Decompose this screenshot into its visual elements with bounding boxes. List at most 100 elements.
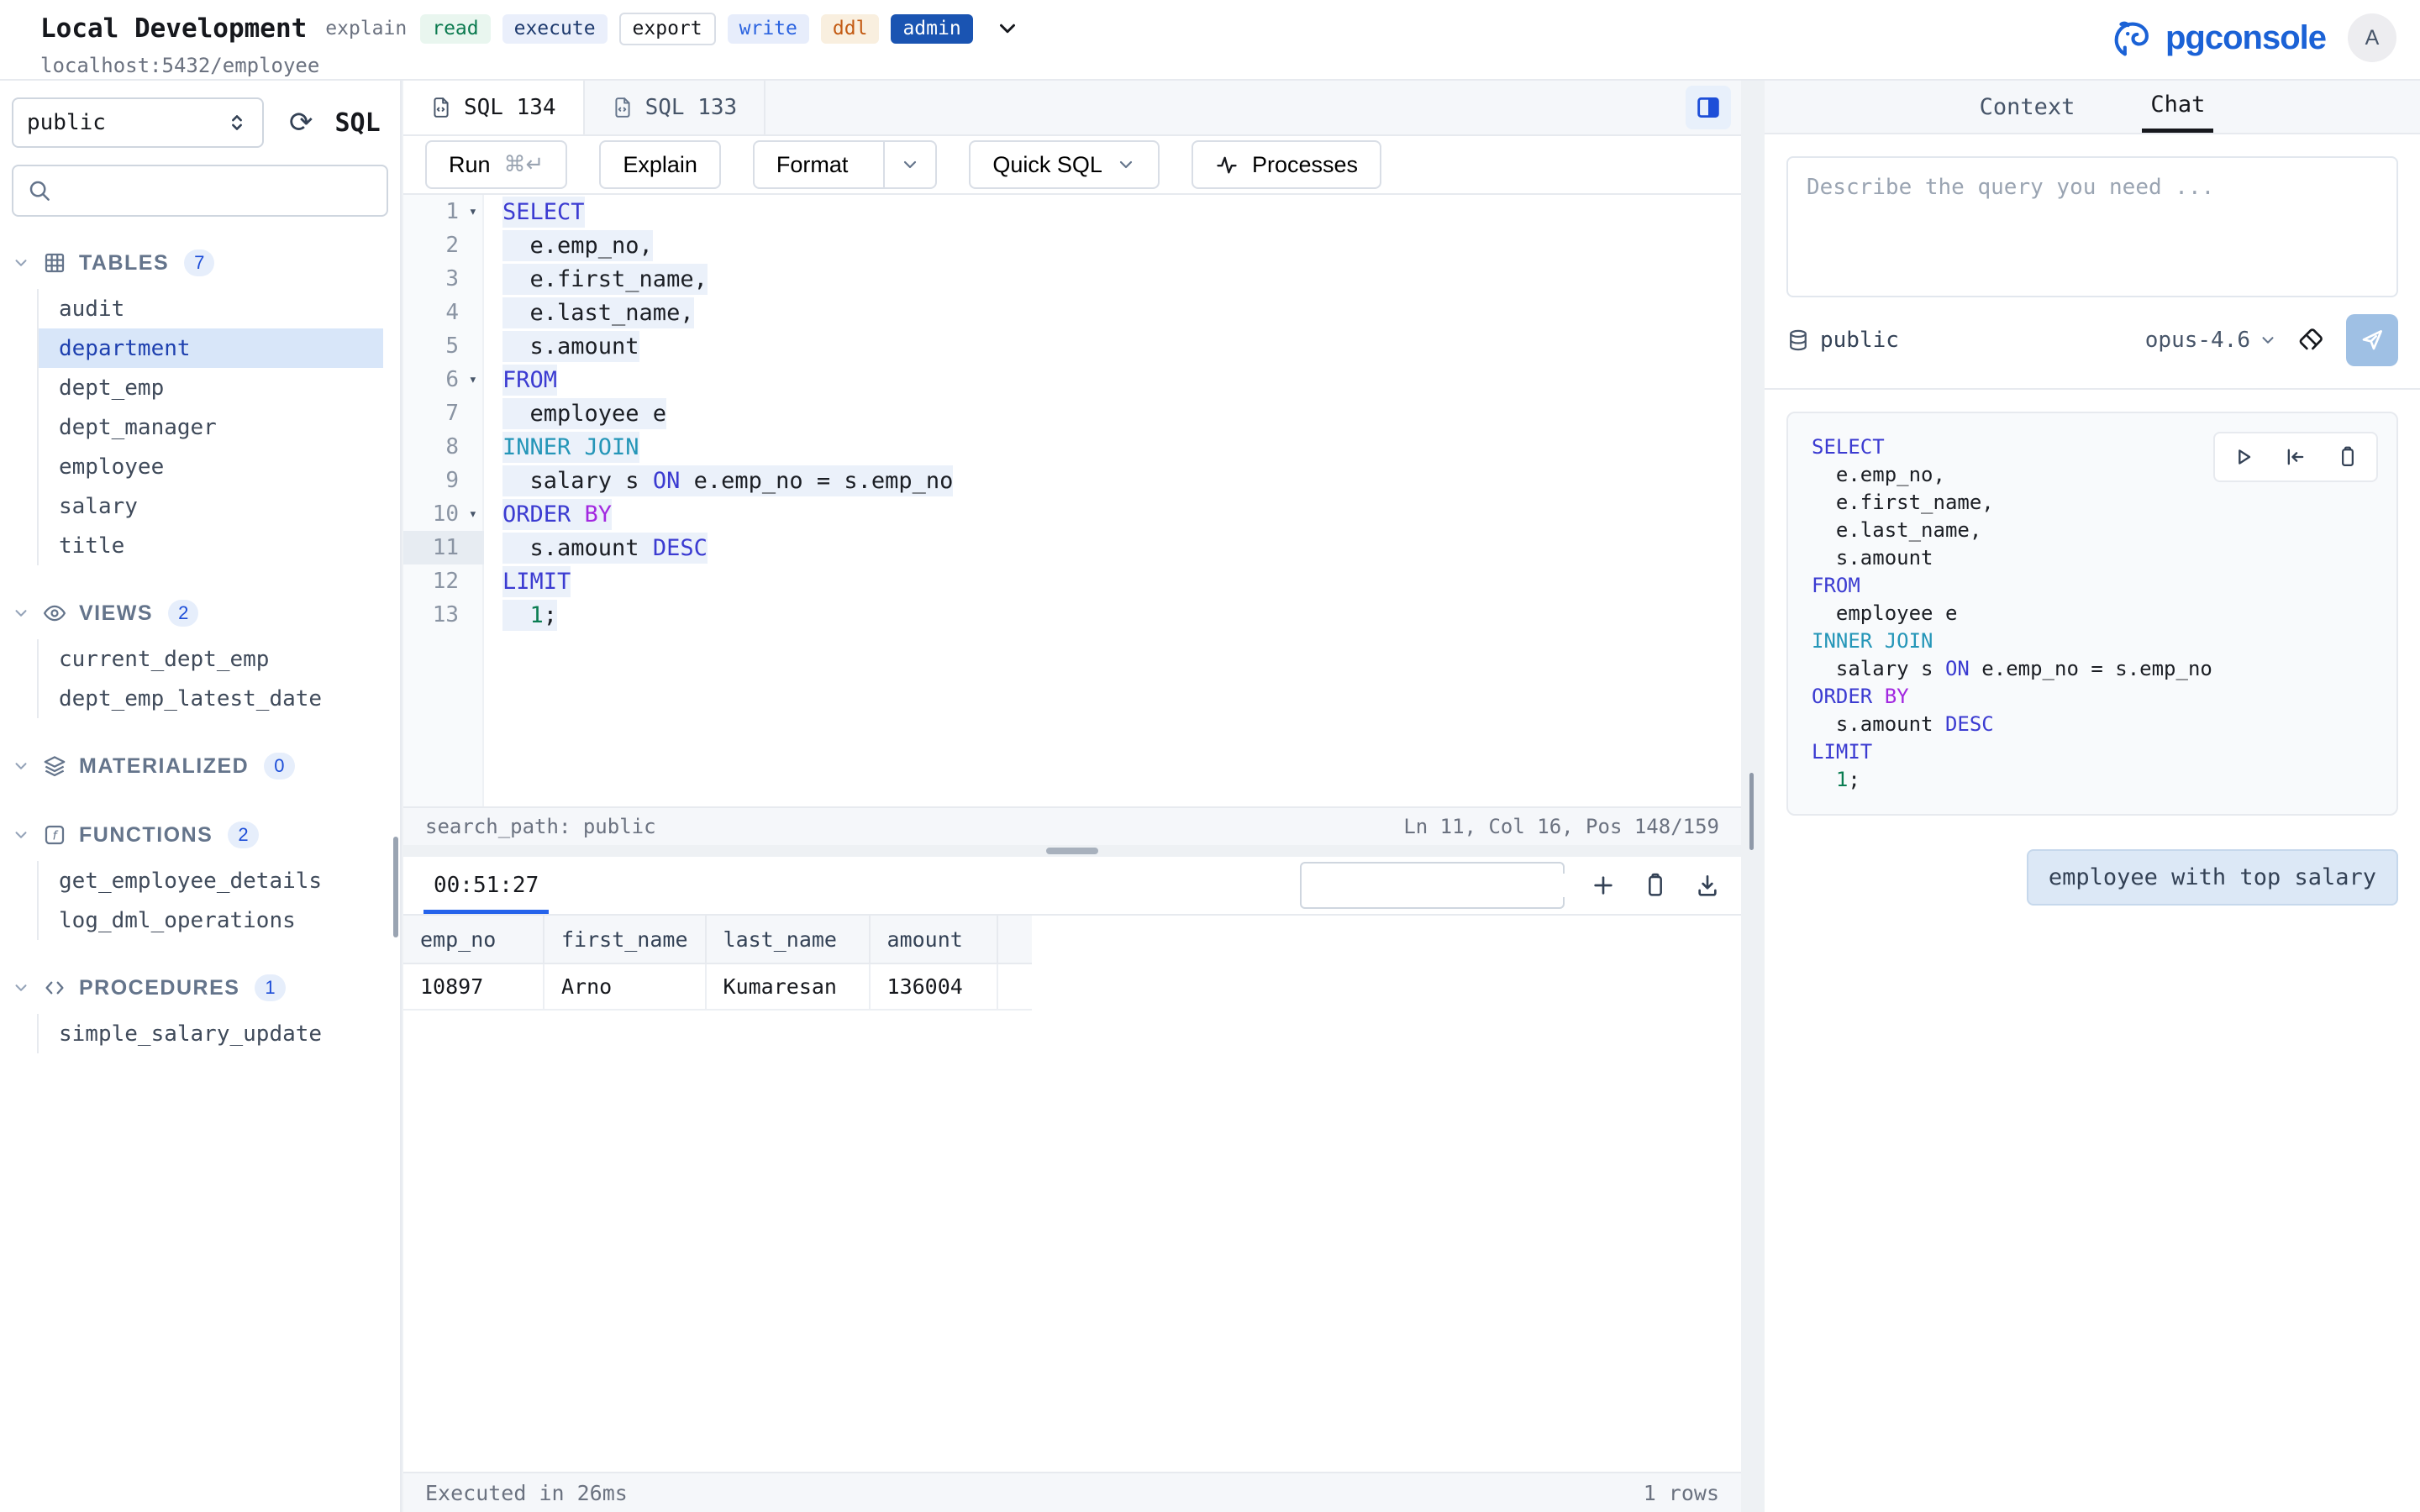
column-header-last_name[interactable]: last_name [706,916,870,963]
section-title: PROCEDURES [79,976,239,1000]
table-cell-filler [997,963,1032,1010]
sidebar-item-dept_manager[interactable]: dept_manager [39,407,383,447]
line-number: 12 [403,564,484,598]
split-view-button[interactable] [1686,86,1731,129]
section-header-views[interactable]: VIEWS2 [12,592,388,634]
tab-context[interactable]: Context [1971,81,2084,133]
fold-toggle-icon[interactable]: ▾ [469,371,477,388]
editor-line-11: 11 s.amount DESC [403,531,1741,564]
badge-admin[interactable]: admin [891,14,972,44]
tab-sql-133[interactable]: SQL 133 [585,81,766,134]
connection-chevron-down-icon[interactable] [995,16,1020,41]
column-header-amount[interactable]: amount [870,916,997,963]
format-chevron-down-icon[interactable] [883,142,935,187]
table-row[interactable]: 10897ArnoKumaresan136004 [403,963,1032,1010]
sidebar-item-audit[interactable]: audit [39,289,383,328]
sidebar-item-dept_emp[interactable]: dept_emp [39,368,383,407]
cursor-position-status: Ln 11, Col 16, Pos 148/159 [1403,815,1719,838]
run-button[interactable]: Run ⌘↵ [425,140,567,189]
explain-label: Explain [623,152,697,178]
editor-line-5: 5 s.amount [403,329,1741,363]
editor-line-8: 8INNER JOIN [403,430,1741,464]
clipboard-icon [2336,445,2360,469]
sql-editor[interactable]: 1▾SELECT2 e.emp_no,3 e.first_name,4 e.la… [403,195,1741,806]
section-header-tables[interactable]: TABLES7 [12,242,388,284]
processes-button[interactable]: Processes [1192,140,1381,189]
clear-chat-button[interactable] [2297,326,2326,354]
tab-label: SQL 134 [464,95,556,120]
copy-results-button[interactable] [1642,872,1669,899]
chat-prompt-input[interactable] [1786,156,2398,297]
section-header-materialized[interactable]: MATERIALIZED0 [12,745,388,787]
send-button[interactable] [2346,314,2398,366]
add-result-tab-button[interactable] [1590,872,1617,899]
badge-ddl[interactable]: ddl [821,14,880,44]
badge-write[interactable]: write [728,14,809,44]
splitter-handle[interactable] [1046,848,1098,854]
line-number: 9 [403,464,484,497]
sidebar-search[interactable] [12,165,388,217]
badge-read[interactable]: read [420,14,490,44]
panel-divider-handle[interactable] [1749,773,1754,850]
schema-select[interactable]: public [12,97,264,148]
sidebar-item-log_dml_operations[interactable]: log_dml_operations [39,900,383,940]
chevron-down-icon [12,979,30,997]
user-avatar[interactable]: A [2348,13,2396,62]
run-snippet-button[interactable] [2232,445,2255,469]
run-shortcut: ⌘↵ [504,152,544,177]
pgconsole-logo: pgconsole [2108,13,2326,62]
model-select[interactable]: opus-4.6 [2145,328,2277,353]
line-number: 6▾ [403,363,484,396]
execution-time: Executed in 26ms [425,1481,628,1505]
play-icon [2232,445,2255,469]
explain-button[interactable]: Explain [599,140,721,189]
section-count-badge: 2 [228,822,258,848]
run-label: Run [449,152,491,178]
chevron-down-icon [12,826,30,844]
insert-into-editor-button[interactable] [2284,445,2307,469]
schema-tree: TABLES7 auditdepartmentdept_empdept_manag… [12,242,388,1053]
badge-explain[interactable]: explain [324,14,408,44]
section-title: VIEWS [79,601,153,626]
sidebar-item-dept_emp_latest_date[interactable]: dept_emp_latest_date [39,679,383,718]
copy-snippet-button[interactable] [2336,445,2360,469]
sidebar-search-input[interactable] [62,178,373,203]
result-tab[interactable]: 00:51:27 [424,857,549,914]
format-button[interactable]: Format [753,140,938,189]
fold-toggle-icon[interactable]: ▾ [469,203,477,220]
insert-left-icon [2284,445,2307,469]
quick-sql-button[interactable]: Quick SQL [969,140,1160,189]
sidebar-item-title[interactable]: title [39,526,383,565]
sidebar-item-simple_salary_update[interactable]: simple_salary_update [39,1014,383,1053]
sidebar-item-salary[interactable]: salary [39,486,383,526]
badge-execute[interactable]: execute [502,14,608,44]
column-header-emp_no[interactable]: emp_no [403,916,544,963]
search-path-status: search_path: public [425,815,656,838]
tab-chat[interactable]: Chat [2142,81,2213,133]
sidebar-item-department[interactable]: department [39,328,383,368]
fold-toggle-icon[interactable]: ▾ [469,506,477,522]
editor-line-12: 12LIMIT [403,564,1741,598]
section-title: MATERIALIZED [79,754,249,779]
database-icon [1786,328,1810,352]
refresh-icon[interactable]: ⟳ [289,108,313,137]
results-search[interactable] [1300,862,1565,909]
column-header-first_name[interactable]: first_name [544,916,706,963]
badge-export[interactable]: export [619,13,716,45]
updown-chevrons-icon [225,111,249,134]
sidebar-scrollbar-thumb[interactable] [393,837,398,937]
sidebar-item-get_employee_details[interactable]: get_employee_details [39,861,383,900]
line-number: 13 [403,598,484,632]
sql-mode-label[interactable]: SQL [335,108,381,138]
tab-sql-134[interactable]: SQL 134 [403,81,585,134]
download-results-button[interactable] [1694,872,1721,899]
processes-label: Processes [1252,152,1358,178]
sidebar-item-employee[interactable]: employee [39,447,383,486]
section-header-functions[interactable]: fFUNCTIONS2 [12,814,388,856]
results-search-input[interactable] [1322,874,1579,897]
code-line: FROM [484,367,557,393]
sql-file-icon [430,97,452,118]
sidebar-item-current_dept_emp[interactable]: current_dept_emp [39,639,383,679]
section-header-procedures[interactable]: PROCEDURES1 [12,967,388,1009]
editor-results-splitter[interactable] [403,845,1741,857]
